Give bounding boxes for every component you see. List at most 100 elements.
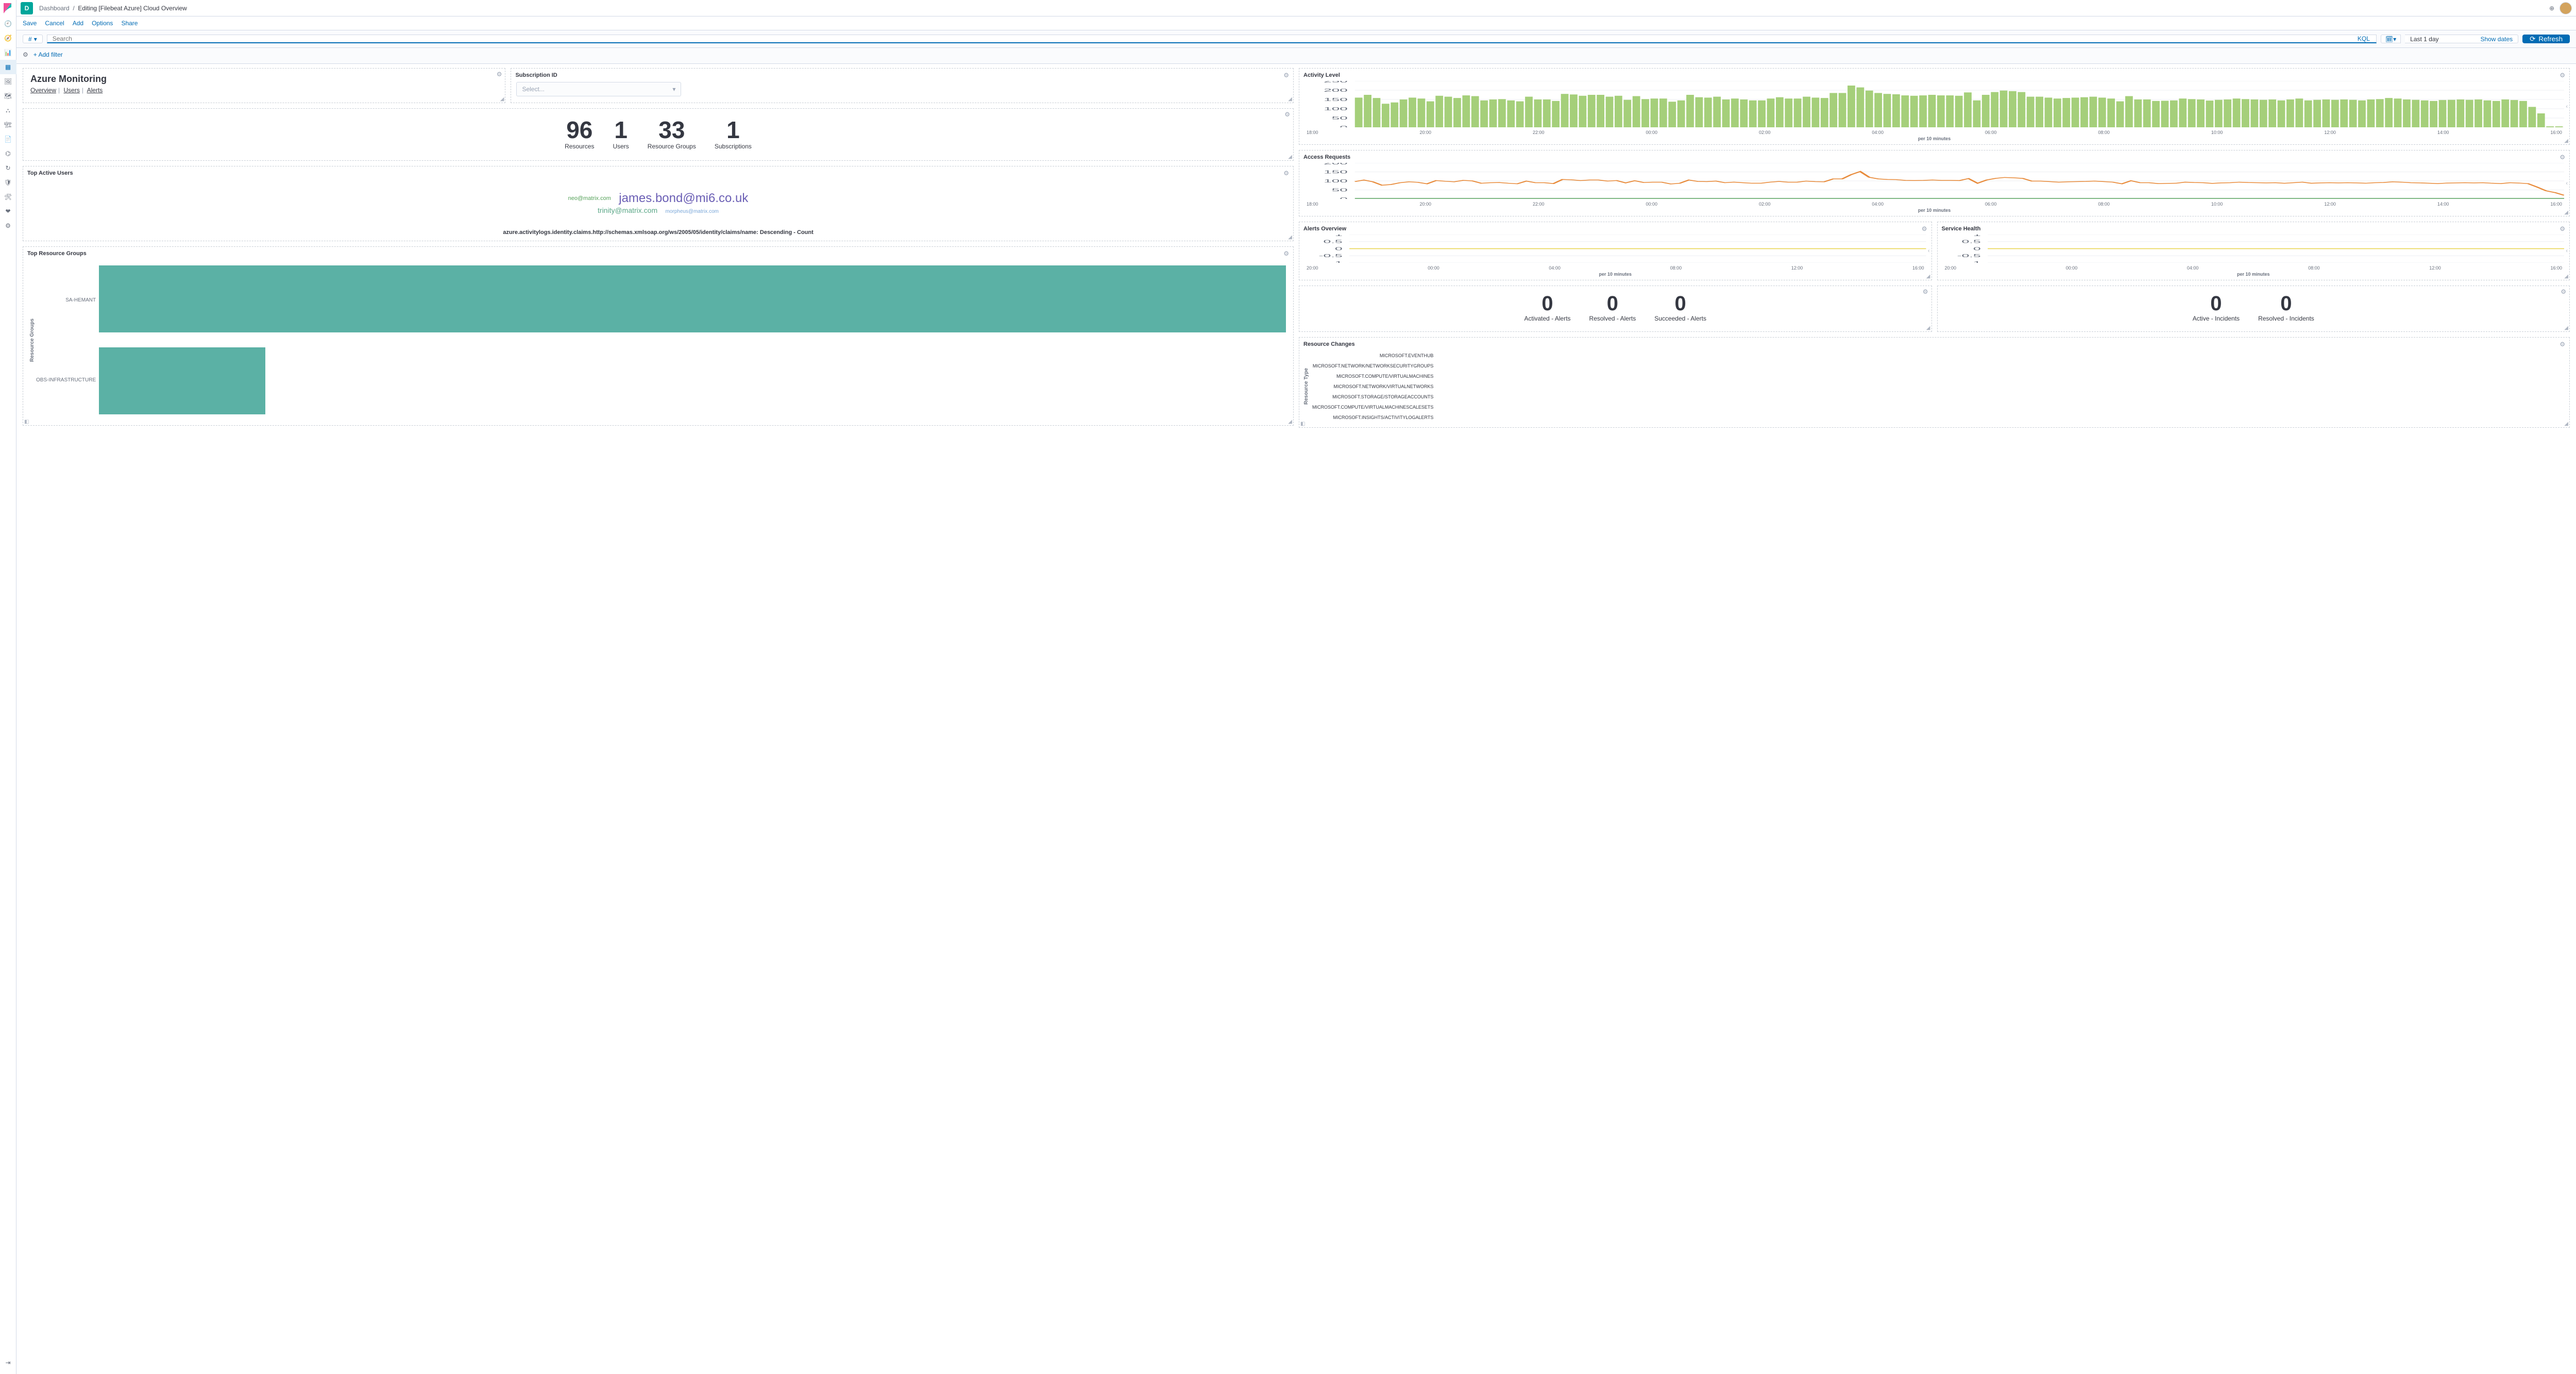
filter-settings-icon[interactable]: ⚙: [23, 51, 28, 58]
panel-incident-stats: ⚙ 0Active - Incidents0Resolved - Inciden…: [1937, 286, 2570, 332]
date-quick-select[interactable]: 🗓 ▾: [2381, 35, 2401, 43]
cloud-word[interactable]: neo@matrix.com: [568, 195, 611, 202]
nav-logs-icon[interactable]: 📄: [0, 132, 16, 146]
panel-title: Resource Changes: [1303, 341, 1355, 347]
alerts-chart[interactable]: -1-0.500.51: [1304, 234, 1926, 263]
search-input[interactable]: [47, 35, 2351, 42]
resource-type-label: MICROSOFT.STORAGE/STORAGEACCOUNTS: [1332, 394, 1433, 399]
bar[interactable]: [99, 347, 265, 414]
panel-gear-icon[interactable]: ⚙: [1922, 225, 1927, 232]
nav-discover-icon[interactable]: 🧭: [0, 31, 16, 45]
nav-management-icon[interactable]: ⚙: [0, 219, 16, 233]
nav-uptime-icon[interactable]: ↻: [0, 161, 16, 175]
resource-type-label: MICROSOFT.INSIGHTS/ACTIVITYLOGALERTS: [1333, 415, 1434, 420]
action-options[interactable]: Options: [92, 20, 113, 27]
azure-monitoring-title: Azure Monitoring: [23, 69, 505, 87]
kql-toggle[interactable]: KQL: [2351, 35, 2376, 42]
panel-gear-icon[interactable]: ⚙: [1283, 170, 1289, 177]
nav-apm-icon[interactable]: ⌬: [0, 146, 16, 161]
user-avatar[interactable]: [2560, 2, 2572, 14]
x-tick: 02:00: [1759, 130, 1771, 135]
nav-maps-icon[interactable]: 🗺: [0, 89, 16, 103]
azure-monitoring-links: Overview| Users| Alerts: [23, 87, 505, 100]
breadcrumb-current: Editing [Filebeat Azure] Cloud Overview: [78, 5, 187, 12]
search-box: KQL: [47, 35, 2377, 43]
svg-text:1: 1: [1335, 234, 1343, 237]
panel-gear-icon[interactable]: ⚙: [2560, 341, 2565, 348]
cloud-word[interactable]: morpheus@matrix.com: [665, 209, 719, 215]
stat: 1Subscriptions: [715, 118, 752, 150]
access-chart[interactable]: 050100150200: [1304, 163, 2564, 199]
panel-gear-icon[interactable]: ⚙: [1284, 111, 1290, 118]
stat-value: 0: [2258, 293, 2314, 314]
nav-siem-icon[interactable]: 🛡: [0, 175, 16, 190]
action-cancel[interactable]: Cancel: [45, 20, 64, 27]
activity-chart[interactable]: 050100150200250: [1304, 81, 2564, 127]
panel-title: Top Resource Groups: [27, 250, 87, 257]
panel-title: Alerts Overview: [1303, 226, 1346, 232]
svg-text:-1: -1: [1330, 261, 1343, 263]
action-share[interactable]: Share: [121, 20, 138, 27]
panel-gear-icon[interactable]: ⚙: [1283, 250, 1289, 257]
cloud-word[interactable]: trinity@matrix.com: [598, 206, 657, 215]
panel-gear-icon[interactable]: ⚙: [2560, 225, 2565, 232]
y-axis-label: Resource Type: [1303, 351, 1309, 422]
chevron-left-icon[interactable]: ‹: [2566, 248, 2568, 254]
cloud-word[interactable]: james.bond@mi6.co.uk: [619, 191, 748, 206]
chevron-left-icon[interactable]: ‹: [2566, 180, 2568, 187]
x-tick: 20:00: [1419, 202, 1431, 207]
x-tick: 20:00: [1945, 265, 1957, 271]
kibana-logo-icon[interactable]: [0, 0, 16, 16]
panel-gear-icon[interactable]: ⚙: [1283, 72, 1289, 79]
nav-canvas-icon[interactable]: 🖼: [0, 74, 16, 89]
word-cloud[interactable]: neo@matrix.com james.bond@mi6.co.uk trin…: [23, 178, 1293, 218]
subscription-select[interactable]: Select... ▾: [516, 82, 681, 96]
panel-gear-icon[interactable]: ⚙: [2560, 154, 2565, 161]
date-range-label: Last 1 day: [2410, 36, 2438, 43]
nav-dashboard-icon[interactable]: ▦: [0, 60, 16, 74]
date-range-picker[interactable]: Last 1 day Show dates: [2405, 35, 2518, 43]
svg-text:0.5: 0.5: [1961, 240, 1980, 244]
link-alerts[interactable]: Alerts: [87, 87, 103, 94]
nav-infrastructure-icon[interactable]: 🏗: [0, 118, 16, 132]
select-placeholder: Select...: [522, 86, 544, 93]
link-users[interactable]: Users: [63, 87, 79, 94]
x-tick: 22:00: [1533, 202, 1545, 207]
x-tick: 00:00: [1646, 202, 1657, 207]
add-filter-link[interactable]: + Add filter: [33, 51, 63, 58]
breadcrumb-section[interactable]: Dashboard: [39, 5, 70, 12]
nav-collapse-icon[interactable]: ⇥: [0, 1355, 16, 1370]
saved-query-button[interactable]: # ▾: [23, 35, 43, 43]
link-overview[interactable]: Overview: [30, 87, 56, 94]
chevron-left-icon[interactable]: ‹: [2566, 104, 2568, 110]
x-tick: 18:00: [1307, 202, 1318, 207]
side-nav: 🕘 🧭 📊 ▦ 🖼 🗺 ⛬ 🏗 📄 ⌬ ↻ 🛡 🛠 ❤ ⚙ ⇥: [0, 0, 16, 1374]
app-badge: D: [21, 2, 33, 14]
health-chart[interactable]: -1-0.500.51: [1943, 234, 2565, 263]
nav-visualize-icon[interactable]: 📊: [0, 45, 16, 60]
calendar-icon: 🗓: [2385, 36, 2393, 43]
panel-gear-icon[interactable]: ⚙: [2561, 288, 2566, 295]
panel-gear-icon[interactable]: ⚙: [497, 71, 502, 78]
resource-type-label: MICROSOFT.NETWORK/NETWORKSECURITYGROUPS: [1313, 363, 1434, 368]
refresh-icon: ⟳: [2530, 35, 2535, 43]
action-save[interactable]: Save: [23, 20, 37, 27]
chevron-left-icon[interactable]: ‹: [1928, 248, 1930, 254]
nav-ml-icon[interactable]: ⛬: [0, 103, 16, 118]
refresh-button[interactable]: ⟳ Refresh: [2522, 35, 2570, 43]
x-tick: 14:00: [2437, 130, 2449, 135]
nav-recent-icon[interactable]: 🕘: [0, 16, 16, 31]
nav-devtools-icon[interactable]: 🛠: [0, 190, 16, 204]
nav-stack-icon[interactable]: ❤: [0, 204, 16, 219]
bar[interactable]: [99, 265, 1286, 332]
action-add[interactable]: Add: [73, 20, 83, 27]
show-dates-link[interactable]: Show dates: [2480, 36, 2513, 43]
news-icon[interactable]: ⊕: [2549, 5, 2554, 12]
panel-gear-icon[interactable]: ⚙: [1923, 288, 1928, 295]
panel-top-active-users: Top Active Users ⚙ neo@matrix.com james.…: [23, 166, 1294, 241]
panel-title: Service Health: [1942, 226, 1981, 232]
x-tick: 08:00: [2308, 265, 2320, 271]
panel-subscription-id: Subscription ID ⚙ Select... ▾ ◢: [511, 68, 1294, 103]
panel-gear-icon[interactable]: ⚙: [2560, 72, 2565, 79]
stat-label: Resource Groups: [648, 143, 696, 150]
